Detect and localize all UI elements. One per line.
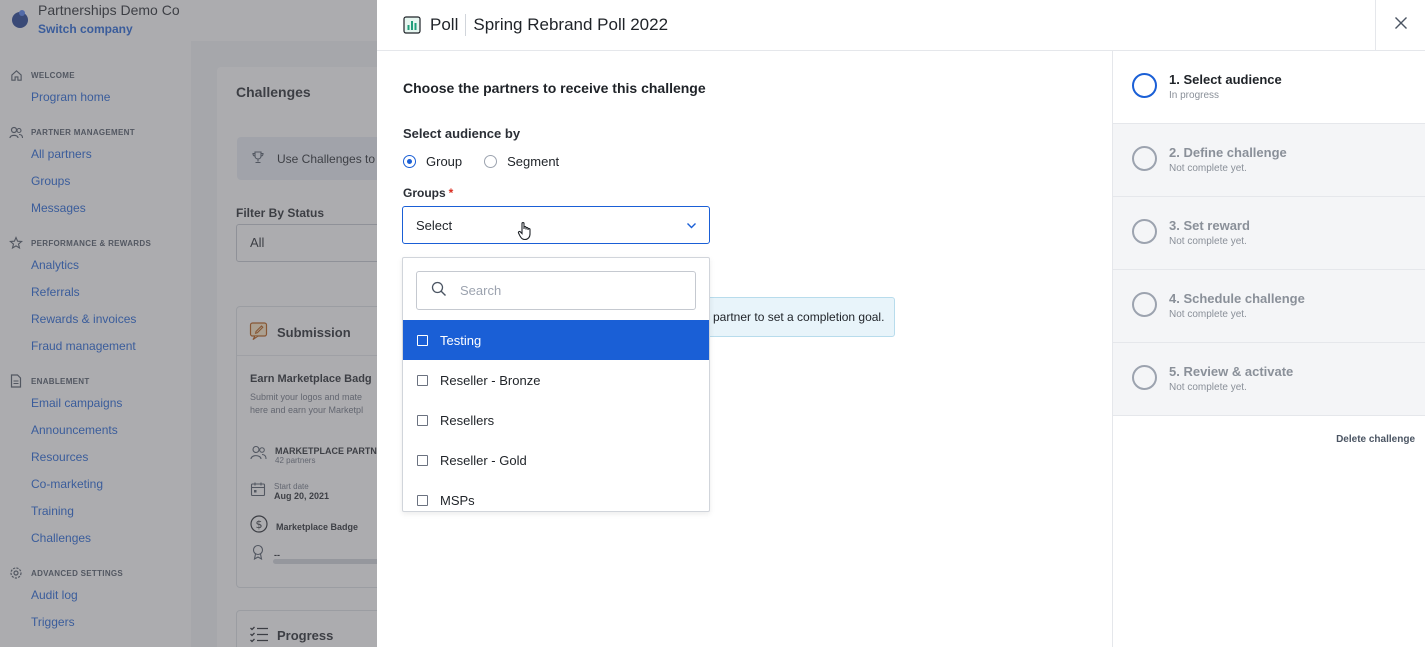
groups-search-field[interactable]: Search	[416, 271, 696, 310]
groups-label: Groups *	[403, 186, 454, 200]
step-name: 1. Select audience	[1169, 72, 1282, 87]
search-input[interactable]: Search	[460, 283, 501, 298]
step-circle-icon	[1132, 73, 1157, 98]
chevron-down-icon	[686, 219, 697, 234]
section-title: Choose the partners to receive this chal…	[403, 80, 706, 96]
step-name: 2. Define challenge	[1169, 145, 1287, 160]
step-status: Not complete yet.	[1169, 309, 1247, 320]
group-option-resellers[interactable]: Resellers	[403, 400, 709, 440]
step-status: Not complete yet.	[1169, 382, 1247, 393]
checkbox[interactable]	[417, 454, 428, 466]
challenge-type-label: Poll	[430, 15, 459, 34]
step-status: Not complete yet.	[1169, 236, 1247, 247]
radio-group-dot[interactable]	[403, 155, 416, 168]
group-option-testing[interactable]: Testing	[403, 320, 709, 360]
groups-option-list: Testing Reseller - Bronze Resellers Rese…	[403, 320, 709, 511]
step-circle-icon	[1132, 219, 1157, 244]
steps-panel: 1. Select audience In progress 2. Define…	[1112, 51, 1425, 647]
challenge-name: Spring Rebrand Poll 2022	[473, 15, 669, 34]
hand-cursor-icon	[517, 221, 533, 246]
completion-goal-hint: partner to set a completion goal.	[702, 297, 895, 337]
step-circle-icon	[1132, 146, 1157, 171]
step-circle-icon	[1132, 292, 1157, 317]
groups-select[interactable]: Select	[402, 206, 710, 244]
step-schedule-challenge[interactable]: 4. Schedule challenge Not complete yet.	[1113, 270, 1425, 343]
step-circle-icon	[1132, 365, 1157, 390]
modal-header: Poll Spring Rebrand Poll 2022	[377, 0, 1425, 51]
step-set-reward[interactable]: 3. Set reward Not complete yet.	[1113, 197, 1425, 270]
step-review-activate[interactable]: 5. Review & activate Not complete yet.	[1113, 343, 1425, 416]
close-icon[interactable]	[1394, 16, 1408, 35]
checkbox[interactable]	[417, 374, 428, 386]
step-select-audience[interactable]: 1. Select audience In progress	[1113, 51, 1425, 124]
step-name: 3. Set reward	[1169, 218, 1250, 233]
step-status: In progress	[1169, 90, 1220, 101]
groups-dropdown: Search Testing Reseller - Bronze Reselle…	[402, 257, 710, 512]
delete-challenge-button[interactable]: Delete challenge	[1336, 434, 1415, 445]
groups-select-value: Select	[416, 217, 453, 233]
group-option-reseller-bronze[interactable]: Reseller - Bronze	[403, 360, 709, 400]
required-mark: *	[448, 186, 454, 200]
step-define-challenge[interactable]: 2. Define challenge Not complete yet.	[1113, 124, 1425, 197]
step-name: 4. Schedule challenge	[1169, 291, 1305, 306]
radio-group[interactable]: Group	[403, 154, 462, 169]
checkbox[interactable]	[417, 414, 428, 426]
radio-segment[interactable]: Segment	[484, 154, 559, 169]
modal-backdrop[interactable]	[0, 0, 377, 647]
create-challenge-modal: Poll Spring Rebrand Poll 2022 Choose the…	[377, 0, 1425, 647]
step-name: 5. Review & activate	[1169, 364, 1294, 379]
group-option-msps[interactable]: MSPs	[403, 480, 709, 511]
radio-segment-dot[interactable]	[484, 155, 498, 168]
select-audience-by-label: Select audience by	[403, 126, 521, 141]
radio-group-label[interactable]: Group	[426, 154, 462, 169]
search-icon	[431, 281, 447, 300]
checkbox[interactable]	[417, 494, 428, 506]
audience-type-radios: Group Segment	[403, 154, 581, 169]
step-status: Not complete yet.	[1169, 163, 1247, 174]
checkbox[interactable]	[417, 334, 428, 346]
header-divider	[465, 14, 467, 36]
radio-segment-label[interactable]: Segment	[507, 154, 559, 169]
close-button[interactable]	[1375, 0, 1425, 51]
modal-content: Choose the partners to receive this chal…	[377, 51, 1112, 647]
group-option-reseller-gold[interactable]: Reseller - Gold	[403, 440, 709, 480]
poll-chart-icon	[403, 16, 421, 34]
